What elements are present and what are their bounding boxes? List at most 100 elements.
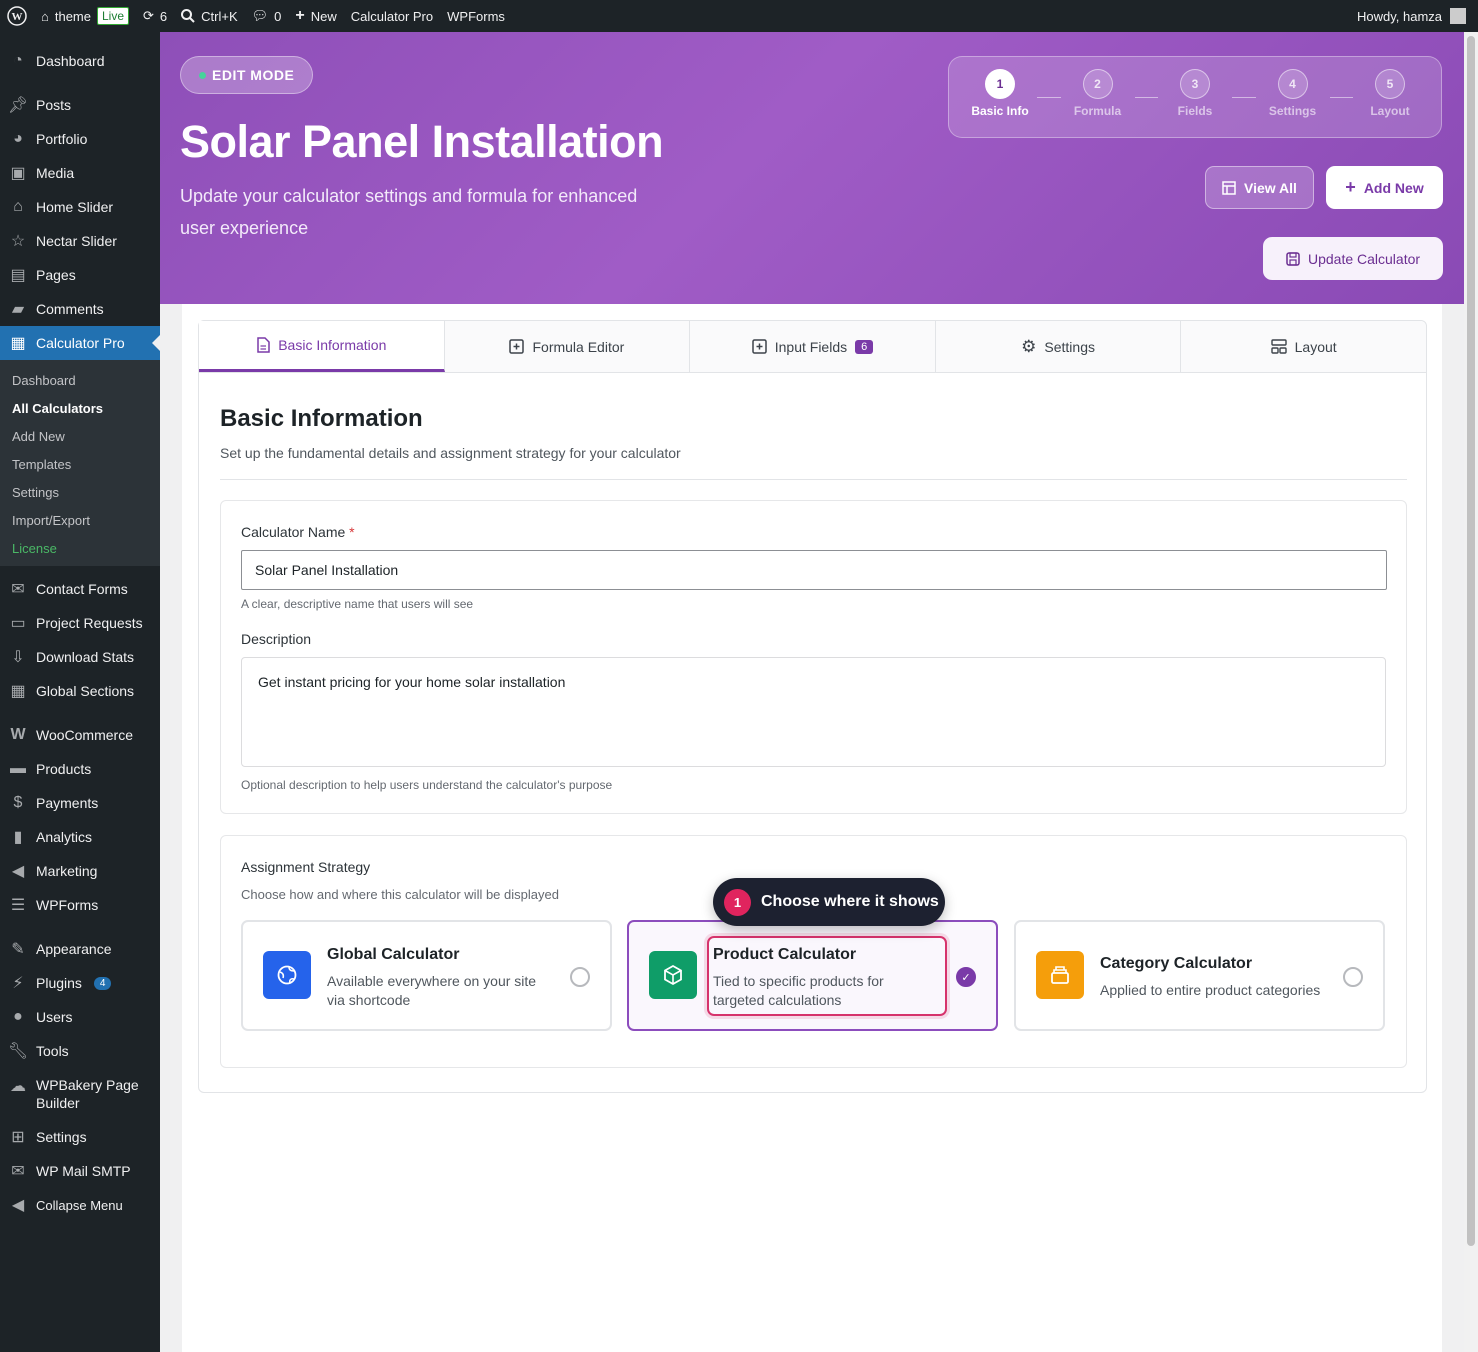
description-label: Description [241, 631, 312, 647]
comment-icon: 💬︎ [251, 8, 269, 23]
tab-formula-editor[interactable]: Formula Editor [445, 321, 691, 372]
sidebar-item-users[interactable]: ● Users [0, 1000, 160, 1034]
submenu-item-all-calculators[interactable]: All Calculators [0, 394, 160, 422]
category-calculator-option[interactable]: Category Calculator Applied to entire pr… [1014, 920, 1385, 1031]
edit-mode-badge: EDIT MODE [180, 56, 314, 94]
sidebar-item-plugins[interactable]: ⚡︎ Plugins 4 [0, 966, 160, 1000]
sidebar-item-dashboard[interactable]: ◔ Dashboard [0, 44, 160, 78]
my-account-link[interactable]: Howdy, hamza [1357, 8, 1478, 24]
tab-layout[interactable]: Layout [1181, 321, 1426, 372]
sidebar-item-home-slider[interactable]: ⌂ Home Slider [0, 190, 160, 224]
avatar [1450, 8, 1466, 24]
save-icon [1286, 251, 1300, 266]
input-fields-count-badge: 6 [855, 339, 874, 354]
sidebar-item-pages[interactable]: ▤ Pages [0, 258, 160, 292]
box-icon [649, 951, 697, 999]
add-new-button[interactable]: + Add New [1326, 166, 1443, 209]
main-content: Basic Information Formula Editor Input F… [182, 304, 1442, 1352]
status-dot-icon [199, 71, 206, 79]
media-icon: ▣ [10, 165, 26, 182]
sidebar-item-tools[interactable]: 🔧︎ Tools [0, 1034, 160, 1068]
assignment-strategy-panel: Assignment Strategy Choose how and where… [220, 835, 1407, 1068]
calculator-pro-link[interactable]: Calculator Pro [344, 0, 440, 32]
envelope-icon: ✉ [11, 1163, 25, 1180]
calculator-name-input[interactable]: Solar Panel Installation [241, 550, 1387, 590]
plugins-count-badge: 4 [93, 976, 112, 990]
sidebar-item-wp-mail-smtp[interactable]: ✉ WP Mail SMTP [0, 1154, 160, 1188]
sidebar-item-media[interactable]: ▣ Media [0, 156, 160, 190]
form-icon: ☰ [10, 897, 26, 914]
sidebar-item-wpforms[interactable]: ☰ WPForms [0, 888, 160, 922]
tab-input-fields[interactable]: Input Fields 6 [690, 321, 936, 372]
site-name-link[interactable]: ⌂ theme Live [34, 0, 136, 32]
sidebar-item-appearance[interactable]: ✎ Appearance [0, 932, 160, 966]
step-fields[interactable]: 3 Fields [1158, 69, 1232, 118]
tab-settings[interactable]: ⚙ Settings [936, 321, 1182, 372]
submenu-item-import-export[interactable]: Import/Export [0, 506, 160, 534]
product-calculator-radio[interactable]: ✓ [956, 967, 976, 987]
download-icon: ⇩ [11, 649, 25, 666]
page-scrollbar[interactable] [1464, 32, 1478, 1352]
scrollbar-thumb[interactable] [1467, 36, 1475, 1246]
sidebar-item-portfolio[interactable]: ◕ Portfolio [0, 122, 160, 156]
folder-icon: ▭ [10, 615, 26, 632]
sliders-icon: ⊞ [11, 1129, 25, 1146]
global-calculator-radio[interactable] [570, 967, 590, 987]
sidebar-item-woocommerce[interactable]: W WooCommerce [0, 718, 160, 752]
section-description: Set up the fundamental details and assig… [220, 445, 681, 461]
sidebar-item-marketing[interactable]: ◀ Marketing [0, 854, 160, 888]
sidebar-item-analytics[interactable]: ▮ Analytics [0, 820, 160, 854]
refresh-icon: ⟳ [143, 8, 154, 23]
sidebar-item-wpbakery[interactable]: ☁ WPBakery Page Builder [0, 1068, 160, 1120]
submenu-item-templates[interactable]: Templates [0, 450, 160, 478]
comments-link[interactable]: 💬︎ 0 [245, 0, 289, 32]
sidebar-item-products[interactable]: ▬ Products [0, 752, 160, 786]
submenu-item-add-new[interactable]: Add New [0, 422, 160, 450]
assignment-strategy-label: Assignment Strategy [241, 859, 371, 875]
step-connector [1329, 97, 1353, 98]
mail-icon: ✉ [11, 581, 25, 598]
description-textarea[interactable]: Get instant pricing for your home solar … [241, 657, 1386, 767]
sidebar-item-settings[interactable]: ⊞ Settings [0, 1120, 160, 1154]
assignment-strategy-description: Choose how and where this calculator wil… [241, 887, 559, 902]
submenu-item-dashboard[interactable]: Dashboard [0, 366, 160, 394]
tour-tooltip[interactable]: 1 Choose where it shows [713, 878, 945, 926]
calculator-hero-header: EDIT MODE Solar Panel Installation Updat… [160, 32, 1464, 304]
step-basic-info[interactable]: 1 Basic Info [963, 69, 1037, 118]
formula-icon [509, 339, 525, 354]
plugin-icon: ⚡︎ [12, 975, 24, 992]
sidebar-item-global-sections[interactable]: ▦ Global Sections [0, 674, 160, 708]
updates-link[interactable]: ⟳ 6 [136, 0, 174, 32]
new-content-link[interactable]: + New [288, 0, 343, 32]
dashboard-icon: ◔ [13, 52, 23, 69]
sidebar-item-payments[interactable]: $ Payments [0, 786, 160, 820]
search-link[interactable]: Ctrl+K [174, 0, 244, 32]
sidebar-item-project-requests[interactable]: ▭ Project Requests [0, 606, 160, 640]
step-layout[interactable]: 5 Layout [1353, 69, 1427, 118]
view-all-button[interactable]: View All [1205, 166, 1314, 209]
archive-icon: ▬ [10, 760, 26, 777]
step-settings[interactable]: 4 Settings [1256, 69, 1330, 118]
sidebar-item-collapse-menu[interactable]: ◀ Collapse Menu [0, 1188, 160, 1222]
category-calculator-radio[interactable] [1343, 967, 1363, 987]
sidebar-item-nectar-slider[interactable]: ☆ Nectar Slider [0, 224, 160, 258]
calculator-name-label: Calculator Name * [241, 524, 355, 540]
update-calculator-button[interactable]: Update Calculator [1263, 237, 1443, 280]
submenu-item-license[interactable]: License [0, 534, 160, 562]
product-calculator-option[interactable]: Product Calculator Tied to specific prod… [627, 920, 998, 1031]
home-icon: ⌂ [41, 8, 49, 24]
collapse-icon: ◀ [11, 1197, 25, 1214]
sidebar-item-download-stats[interactable]: ⇩ Download Stats [0, 640, 160, 674]
globe-icon [263, 951, 311, 999]
sidebar-item-contact-forms[interactable]: ✉ Contact Forms [0, 572, 160, 606]
sidebar-item-comments[interactable]: ▰ Comments [0, 292, 160, 326]
wpforms-link[interactable]: WPForms [440, 0, 512, 32]
sidebar-item-posts[interactable]: 📌︎ Posts [0, 88, 160, 122]
tab-basic-information[interactable]: Basic Information [199, 321, 445, 372]
sidebar-item-calculator-pro[interactable]: ▦ Calculator Pro [0, 326, 160, 360]
global-calculator-option[interactable]: Global Calculator Available everywhere o… [241, 920, 612, 1031]
wordpress-logo-icon[interactable]: W [0, 0, 34, 32]
submenu-item-settings[interactable]: Settings [0, 478, 160, 506]
divider [220, 479, 1407, 480]
step-formula[interactable]: 2 Formula [1061, 69, 1135, 118]
